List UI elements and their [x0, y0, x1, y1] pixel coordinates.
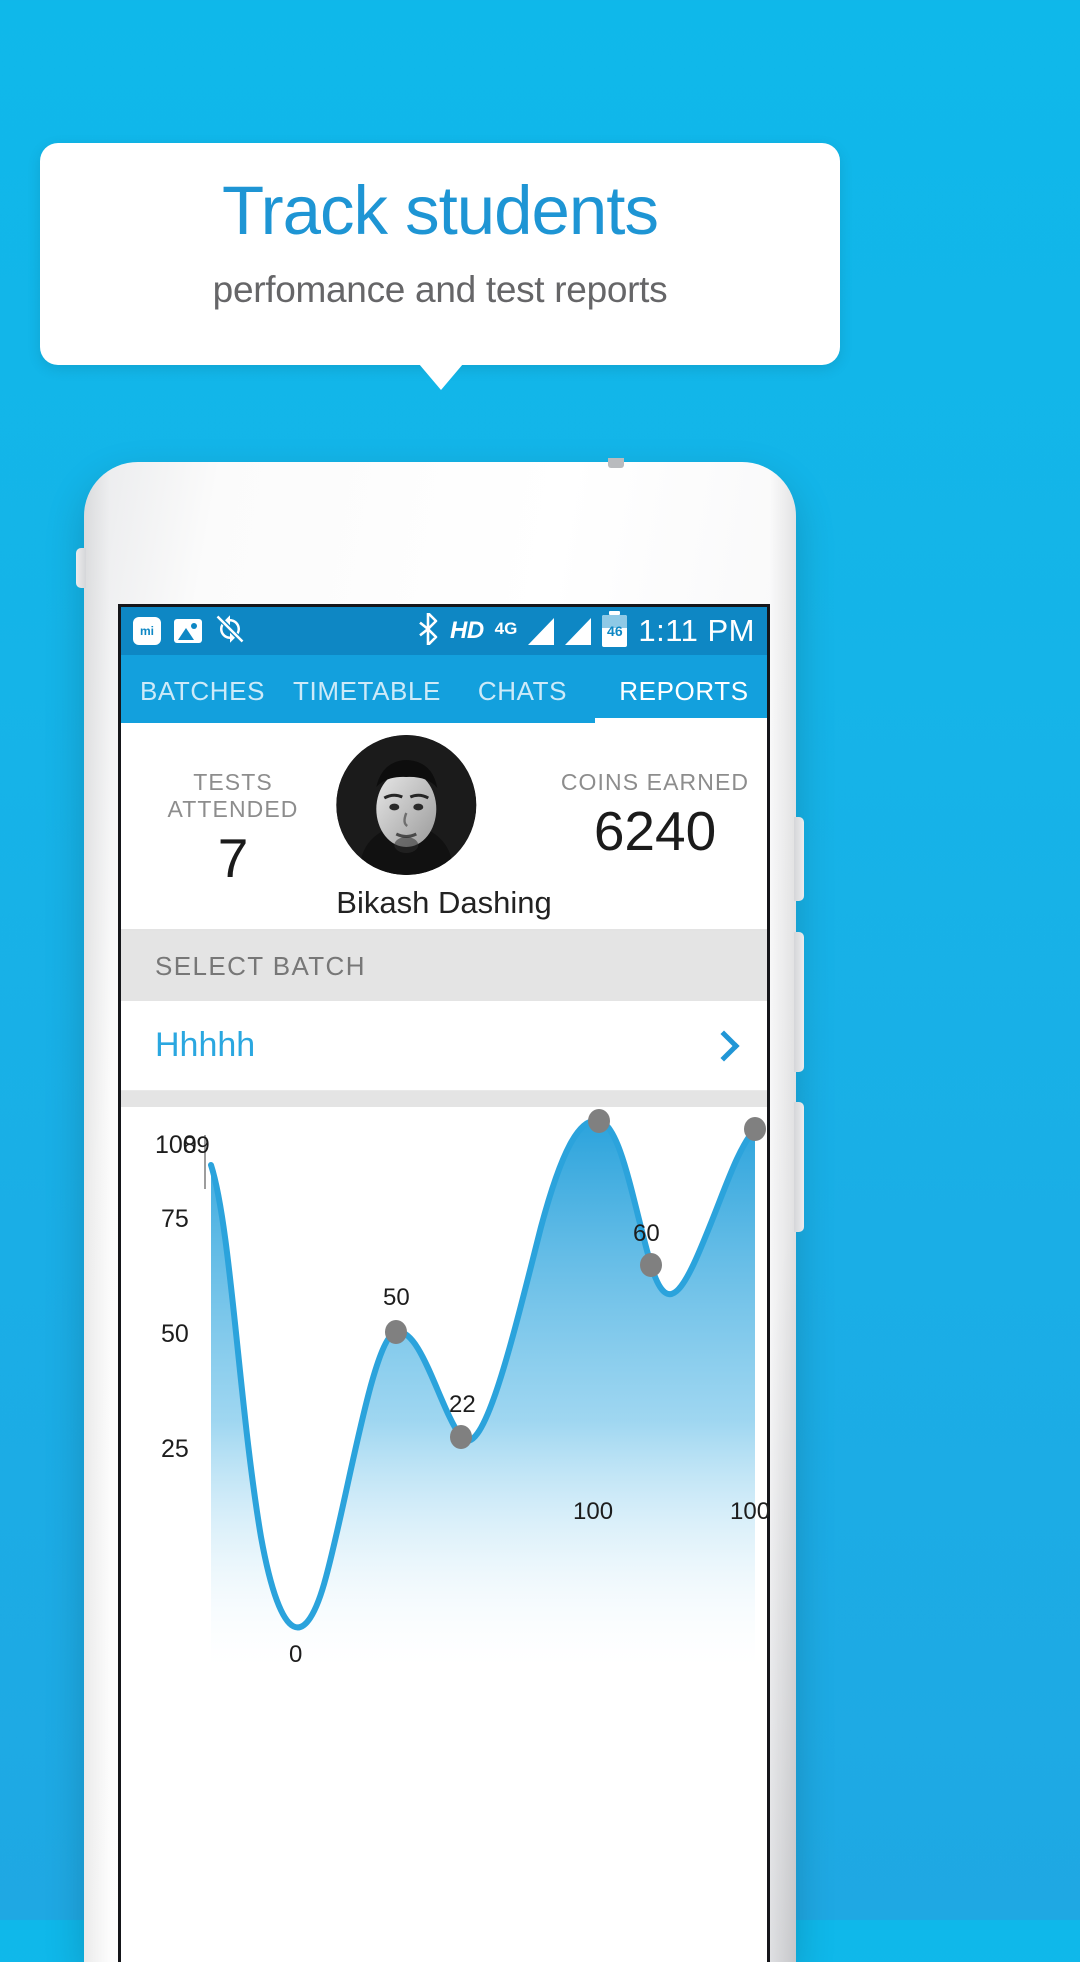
performance-chart: 100 75 50 25 89 50 22 60 0 [121, 1107, 767, 1667]
tab-chats[interactable]: CHATS [450, 676, 595, 723]
select-batch-label: SELECT BATCH [155, 950, 366, 981]
student-name: Bikash Dashing [336, 885, 552, 920]
coins-earned-label: COINS EARNED [560, 769, 750, 795]
tests-attended-stat: TESTS ATTENDED 7 [135, 723, 331, 886]
tests-attended-label: TESTS ATTENDED [167, 769, 299, 822]
y-tick-25: 25 [161, 1435, 189, 1463]
promo-subtitle: perfomance and test reports [212, 269, 668, 311]
tab-batches[interactable]: BATCHES [121, 676, 284, 723]
promo-card-tail [419, 364, 463, 390]
sim-tray [76, 548, 86, 588]
chart-svg: 100 75 50 25 89 50 22 60 0 [155, 1109, 766, 1667]
student-summary-header: TESTS ATTENDED 7 Bikash Dashing COINS EA… [121, 723, 767, 929]
point-label-50: 50 [383, 1284, 410, 1311]
hd-voice-label: HD [449, 617, 484, 644]
battery-level-label: 46 [607, 623, 623, 639]
coins-earned-value: 6240 [593, 800, 717, 862]
selected-batch-name: Hhhhh [155, 1026, 256, 1064]
data-point-100-a[interactable] [588, 1109, 610, 1133]
tab-bar: BATCHES TIMETABLE CHATS REPORTS [121, 655, 767, 723]
sync-disabled-icon [215, 614, 245, 649]
network-type-label: 4G [494, 618, 518, 638]
point-label-89: 89 [183, 1132, 210, 1159]
status-bar: mi HD 4G 46 1:11 PM [121, 607, 767, 655]
point-label-60: 60 [633, 1220, 660, 1247]
promo-card: Track students perfomance and test repor… [40, 143, 840, 365]
point-label-100-b-overlay: 100 [730, 1498, 771, 1525]
data-point-100-b[interactable] [744, 1117, 766, 1141]
data-point-50[interactable] [385, 1320, 407, 1344]
device-screen: mi HD 4G 46 1:11 PM BATCHES TIMETABLE CH… [118, 604, 770, 1962]
data-point-22[interactable] [450, 1425, 472, 1449]
phone-sensor-notch [608, 458, 624, 468]
bluetooth-icon [417, 611, 439, 650]
avatar [336, 735, 477, 875]
point-label-0: 0 [289, 1641, 302, 1667]
promo-title: Track students [222, 172, 659, 249]
signal-strength-icon-1 [528, 617, 555, 645]
chart-area-fill [211, 1120, 755, 1667]
point-label-100-a-overlay: 100 [573, 1498, 614, 1525]
student-identity: Bikash Dashing [336, 735, 552, 921]
battery-icon: 46 [602, 611, 628, 647]
data-point-60[interactable] [640, 1253, 662, 1277]
status-bar-left-icons: mi [133, 614, 245, 649]
tests-attended-value: 7 [217, 827, 249, 889]
clock-label: 1:11 PM [638, 613, 755, 648]
coins-earned-stat: COINS EARNED 6240 [557, 723, 753, 859]
y-tick-75: 75 [161, 1205, 189, 1233]
chevron-right-icon[interactable] [708, 1029, 740, 1062]
status-bar-right-icons: HD 4G 46 1:11 PM [417, 611, 755, 650]
select-batch-section-header: SELECT BATCH [121, 931, 767, 1001]
y-tick-50: 50 [161, 1320, 189, 1348]
volume-down-button[interactable] [794, 932, 804, 1072]
point-label-22: 22 [449, 1391, 476, 1418]
gallery-icon [174, 619, 202, 643]
section-spacer [121, 1091, 767, 1107]
tab-timetable[interactable]: TIMETABLE [284, 676, 450, 723]
signal-strength-icon-2 [565, 617, 592, 645]
tab-reports[interactable]: REPORTS [595, 676, 767, 723]
phone-mockup: mi HD 4G 46 1:11 PM BATCHES TIMETABLE CH… [76, 458, 804, 1962]
volume-up-button[interactable] [794, 817, 804, 901]
power-button[interactable] [794, 1102, 804, 1232]
batch-selector-row[interactable]: Hhhhh [121, 1001, 767, 1091]
mi-app-icon: mi [133, 617, 161, 645]
